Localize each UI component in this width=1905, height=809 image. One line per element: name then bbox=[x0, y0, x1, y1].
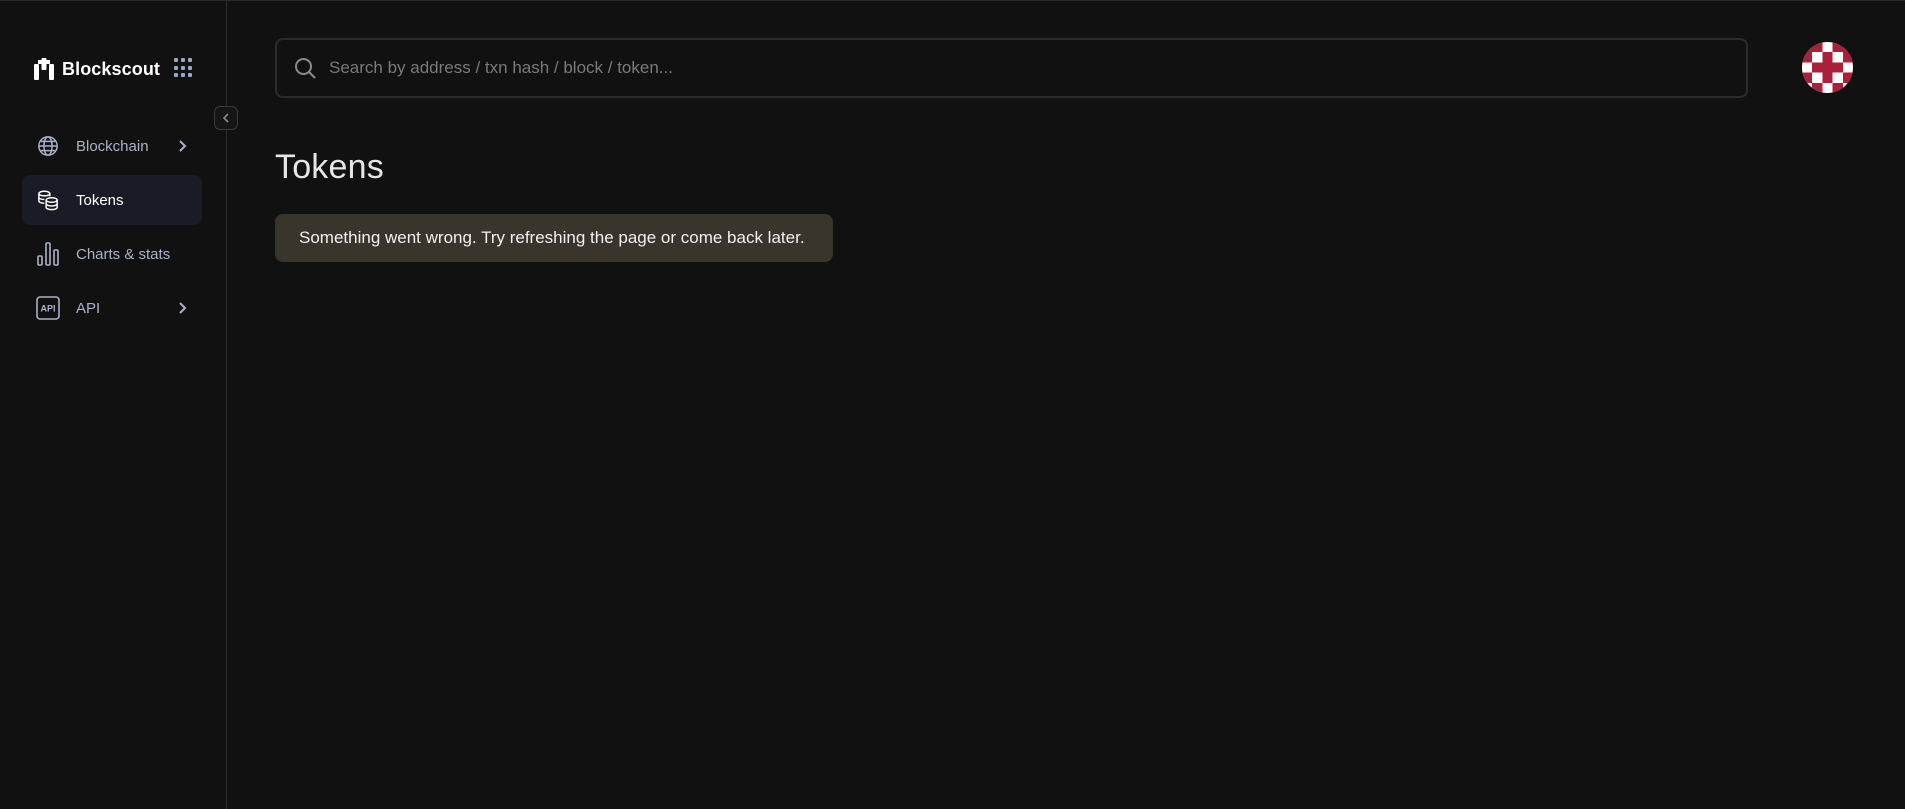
apps-grid-icon bbox=[174, 58, 178, 62]
search-input[interactable] bbox=[329, 58, 1746, 78]
sidebar-item-label: Tokens bbox=[76, 191, 124, 209]
search-bar[interactable] bbox=[275, 38, 1748, 98]
sidebar-item-blockchain[interactable]: Blockchain bbox=[22, 121, 202, 171]
user-avatar[interactable] bbox=[1802, 42, 1853, 93]
search-icon bbox=[295, 58, 316, 79]
sidebar-collapse-button[interactable] bbox=[214, 106, 238, 130]
bar-chart-icon bbox=[36, 242, 60, 266]
page-title: Tokens bbox=[275, 148, 384, 186]
sidebar-item-label: Charts & stats bbox=[76, 245, 171, 263]
brand-logo-link[interactable]: Blockscout bbox=[34, 57, 160, 81]
apps-grid-button[interactable] bbox=[174, 58, 194, 78]
sidebar: Blockscout Blockchain Tokens Charts & st… bbox=[0, 1, 227, 809]
chevron-right-icon bbox=[179, 302, 187, 314]
error-alert: Something went wrong. Try refreshing the… bbox=[275, 214, 833, 262]
app-window: Blockscout Blockchain Tokens Charts & st… bbox=[0, 0, 1905, 809]
apps-grid-dot bbox=[174, 73, 178, 78]
sidebar-item-charts-stats[interactable]: Charts & stats bbox=[22, 229, 202, 279]
brand-name: Blockscout bbox=[62, 58, 161, 79]
apps-grid-dot bbox=[188, 73, 192, 78]
apps-grid-dot bbox=[181, 65, 185, 70]
globe-icon bbox=[36, 134, 60, 158]
sidebar-item-label: Blockchain bbox=[76, 137, 149, 155]
error-alert-message: Something went wrong. Try refreshing the… bbox=[299, 228, 805, 247]
apps-grid-dot bbox=[188, 58, 192, 62]
chevron-left-icon bbox=[222, 113, 229, 123]
api-icon: API bbox=[36, 296, 60, 320]
apps-grid-dot bbox=[174, 65, 178, 70]
sidebar-item-api[interactable]: API API bbox=[22, 283, 202, 333]
svg-text:API: API bbox=[40, 304, 55, 314]
blockscout-logo-icon bbox=[34, 58, 54, 80]
sidebar-nav: Blockchain Tokens Charts & stats API API bbox=[22, 121, 202, 337]
apps-grid-dot bbox=[181, 58, 185, 62]
sidebar-item-tokens[interactable]: Tokens bbox=[22, 175, 202, 225]
chevron-right-icon bbox=[179, 140, 187, 152]
sidebar-item-label: API bbox=[76, 299, 101, 317]
apps-grid-dot bbox=[181, 73, 185, 78]
apps-grid-dot bbox=[188, 65, 192, 70]
identicon-avatar-icon bbox=[1802, 42, 1853, 93]
coins-icon bbox=[36, 188, 60, 212]
